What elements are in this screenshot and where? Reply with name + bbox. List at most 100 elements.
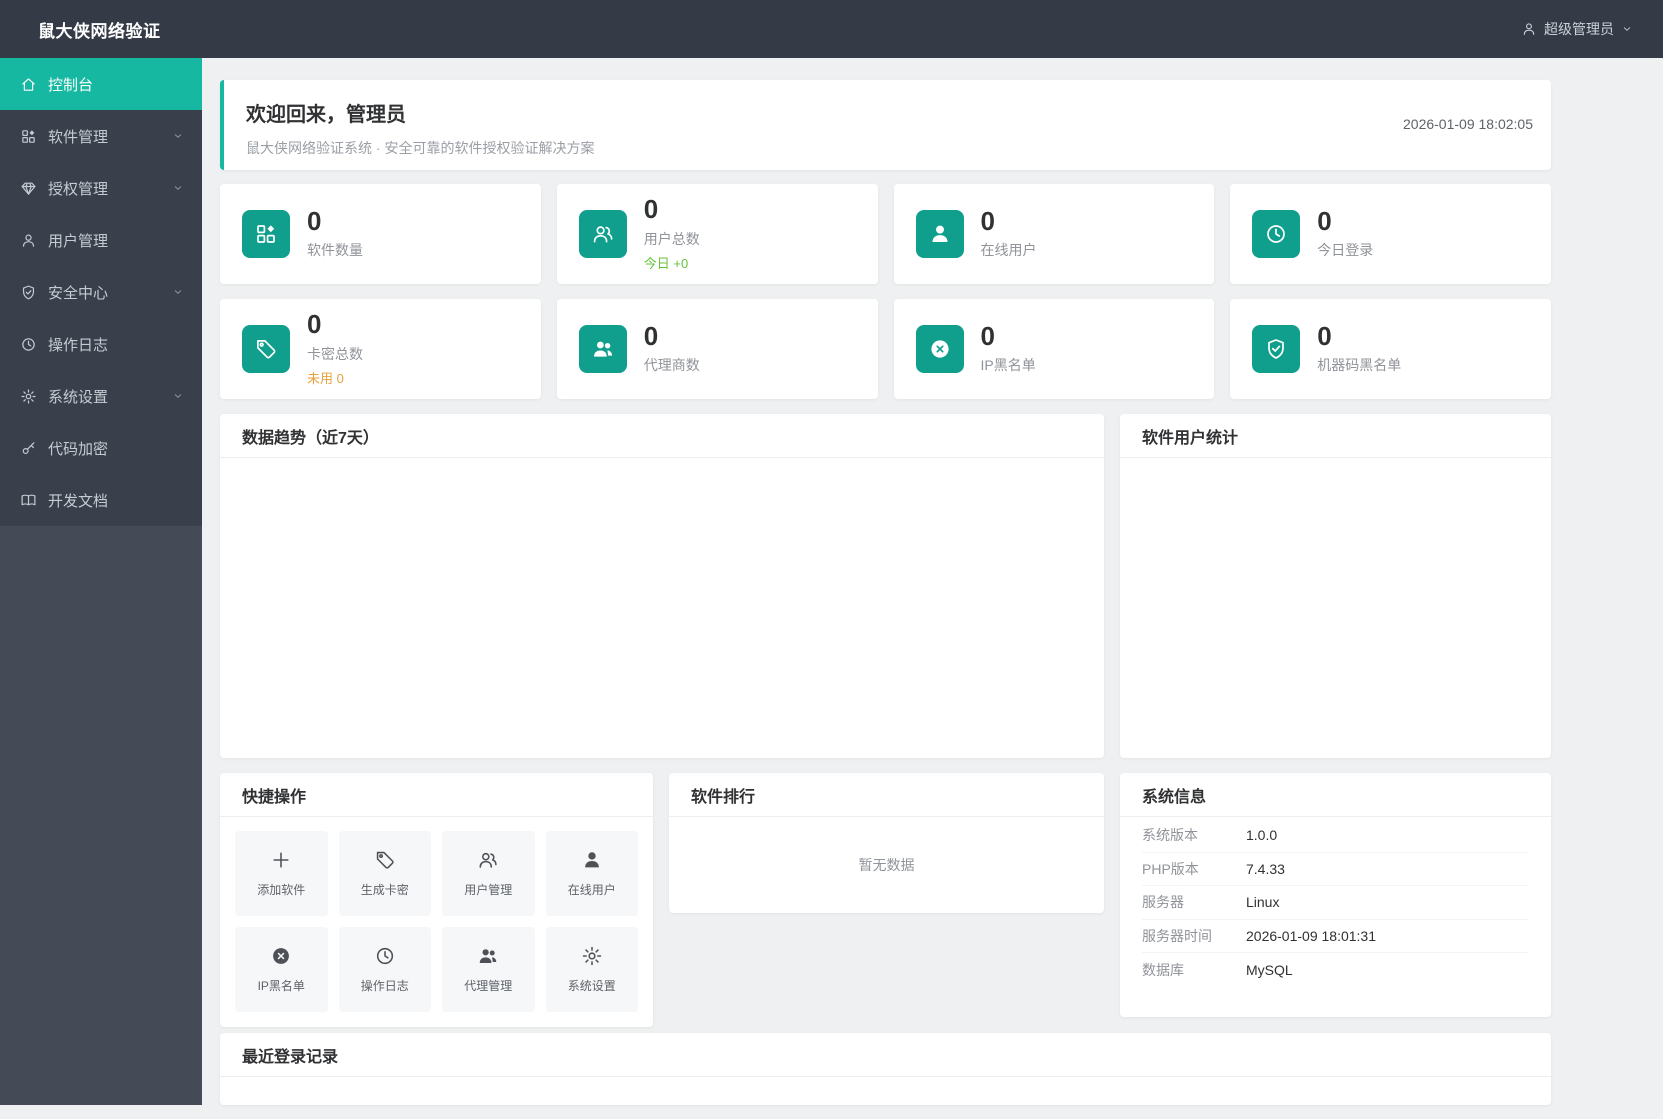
quick-action-label: 系统设置 — [567, 979, 616, 993]
quick-action-label: 代理管理 — [464, 979, 513, 993]
sidebar-item-用户管理[interactable]: 用户管理 — [0, 214, 202, 266]
system-info-label: 系统版本 — [1142, 827, 1198, 844]
topbar: 鼠大侠网络验证 超级管理员 — [0, 0, 1663, 58]
quick-actions-title: 快捷操作 — [220, 773, 653, 817]
stat-value: 0 — [307, 205, 322, 236]
sidebar-item-操作日志[interactable]: 操作日志 — [0, 318, 202, 370]
stat-label: 卡密总数 — [307, 345, 363, 362]
quick-action-代理管理[interactable]: 代理管理 — [442, 927, 535, 1012]
apps-icon — [254, 222, 278, 246]
sidebar: 控制台软件管理授权管理用户管理安全中心操作日志系统设置代码加密开发文档 — [0, 58, 202, 1105]
diamond-icon — [20, 180, 37, 197]
chevron-down-icon — [172, 130, 184, 142]
system-info-label: 服务器 — [1142, 894, 1184, 911]
trend-panel: 数据趋势（近7天） — [220, 414, 1104, 758]
stat-card-机器码黑名单: 0 机器码黑名单 — [1230, 299, 1551, 399]
shield-check-icon — [20, 284, 37, 301]
chevron-down-icon — [172, 182, 184, 194]
sidebar-item-label: 控制台 — [48, 76, 94, 94]
shield-check-icon — [1264, 337, 1288, 361]
stat-label: 在线用户 — [980, 242, 1037, 259]
stat-icon-tile — [578, 210, 627, 258]
sidebar-item-label: 授权管理 — [48, 180, 109, 198]
trend-panel-title: 数据趋势（近7天） — [220, 414, 1104, 458]
users-icon — [477, 849, 499, 871]
quick-action-添加软件[interactable]: 添加软件 — [235, 831, 328, 916]
stat-label: 机器码黑名单 — [1317, 357, 1402, 374]
system-info-label: 服务器时间 — [1142, 927, 1212, 944]
chevron-down-icon — [172, 286, 184, 298]
clock-icon — [1264, 222, 1288, 246]
recent-logins-panel: 最近登录记录 — [220, 1033, 1551, 1105]
software-users-chart-area — [1120, 458, 1551, 757]
software-ranking-title: 软件排行 — [669, 773, 1104, 817]
trend-chart-area — [220, 458, 1104, 757]
gear-icon — [20, 388, 37, 405]
sidebar-item-代码加密[interactable]: 代码加密 — [0, 422, 202, 474]
software-ranking-panel: 软件排行 暂无数据 — [669, 773, 1104, 913]
stat-label: 软件数量 — [307, 242, 363, 259]
system-info-rows: 系统版本 1.0.0 PHP版本 7.4.33 服务器 Linux 服务器时间 2026-01… — [1120, 817, 1551, 987]
system-info-row: PHP版本 7.4.33 — [1142, 853, 1529, 886]
welcome-subtitle: 鼠大侠网络验证系统 · 安全可靠的软件授权验证解决方案 — [246, 140, 595, 156]
sidebar-item-label: 操作日志 — [48, 336, 109, 354]
system-info-value: MySQL — [1246, 961, 1293, 978]
system-info-value: Linux — [1246, 894, 1280, 911]
app-title: 鼠大侠网络验证 — [38, 21, 161, 41]
quick-action-IP黑名单[interactable]: IP黑名单 — [235, 927, 328, 1012]
quick-action-在线用户[interactable]: 在线用户 — [545, 831, 638, 916]
sidebar-item-安全中心[interactable]: 安全中心 — [0, 266, 202, 318]
system-info-panel: 系统信息 系统版本 1.0.0 PHP版本 7.4.33 服务器 Linux 服务器时间 20… — [1120, 773, 1551, 1017]
system-info-value: 7.4.33 — [1246, 860, 1285, 877]
quick-action-label: 生成卡密 — [360, 883, 409, 897]
sidebar-item-控制台[interactable]: 控制台 — [0, 58, 202, 110]
welcome-banner: 欢迎回来，管理员 鼠大侠网络验证系统 · 安全可靠的软件授权验证解决方案 202… — [220, 80, 1551, 170]
apps-icon — [20, 128, 37, 145]
stat-card-用户总数: 0 用户总数 今日 +0 — [556, 184, 878, 284]
home-icon — [20, 76, 37, 93]
sidebar-item-label: 用户管理 — [48, 232, 109, 250]
circle-x-icon — [928, 337, 952, 361]
system-info-title: 系统信息 — [1120, 773, 1551, 817]
stat-label: 用户总数 — [643, 230, 700, 247]
stat-card-今日登录: 0 今日登录 — [1230, 184, 1551, 284]
sidebar-item-系统设置[interactable]: 系统设置 — [0, 370, 202, 422]
tag-icon — [254, 337, 278, 361]
book-icon — [20, 492, 37, 509]
clock-icon — [374, 945, 396, 967]
system-info-label: PHP版本 — [1142, 860, 1199, 877]
recent-logins-title: 最近登录记录 — [220, 1033, 1551, 1077]
system-info-row: 系统版本 1.0.0 — [1142, 819, 1529, 853]
key-icon — [20, 440, 37, 457]
quick-action-用户管理[interactable]: 用户管理 — [442, 831, 535, 916]
sidebar-item-label: 开发文档 — [48, 492, 109, 510]
quick-action-操作日志[interactable]: 操作日志 — [338, 927, 431, 1012]
users-solid-icon — [591, 337, 615, 361]
user-icon — [1521, 21, 1537, 37]
current-datetime: 2026-01-09 18:02:05 — [1403, 116, 1533, 132]
sidebar-item-软件管理[interactable]: 软件管理 — [0, 110, 202, 162]
sidebar-item-开发文档[interactable]: 开发文档 — [0, 474, 202, 526]
sidebar-item-label: 安全中心 — [48, 284, 109, 302]
stat-card-IP黑名单: 0 IP黑名单 — [893, 299, 1215, 399]
system-info-value: 2026-01-09 18:01:31 — [1246, 927, 1376, 944]
user-menu[interactable]: 超级管理员 — [1521, 19, 1663, 39]
gear-icon — [581, 945, 603, 967]
stat-card-在线用户: 0 在线用户 — [893, 184, 1215, 284]
stat-icon-tile — [1252, 325, 1301, 373]
user-name: 超级管理员 — [1544, 21, 1614, 37]
software-users-panel: 软件用户统计 — [1120, 414, 1551, 758]
user-solid-icon — [581, 849, 603, 871]
quick-action-系统设置[interactable]: 系统设置 — [545, 927, 638, 1012]
sidebar-item-label: 软件管理 — [48, 128, 109, 146]
stat-icon-tile — [242, 325, 290, 373]
stat-label: 代理商数 — [643, 357, 700, 374]
quick-action-label: 用户管理 — [464, 883, 513, 897]
sidebar-item-授权管理[interactable]: 授权管理 — [0, 162, 202, 214]
software-users-panel-title: 软件用户统计 — [1120, 414, 1551, 458]
circle-x-icon — [270, 945, 292, 967]
sidebar-item-label: 系统设置 — [48, 388, 109, 406]
stat-value: 0 — [307, 309, 322, 340]
stat-card-代理商数: 0 代理商数 — [556, 299, 878, 399]
quick-action-生成卡密[interactable]: 生成卡密 — [338, 831, 431, 916]
